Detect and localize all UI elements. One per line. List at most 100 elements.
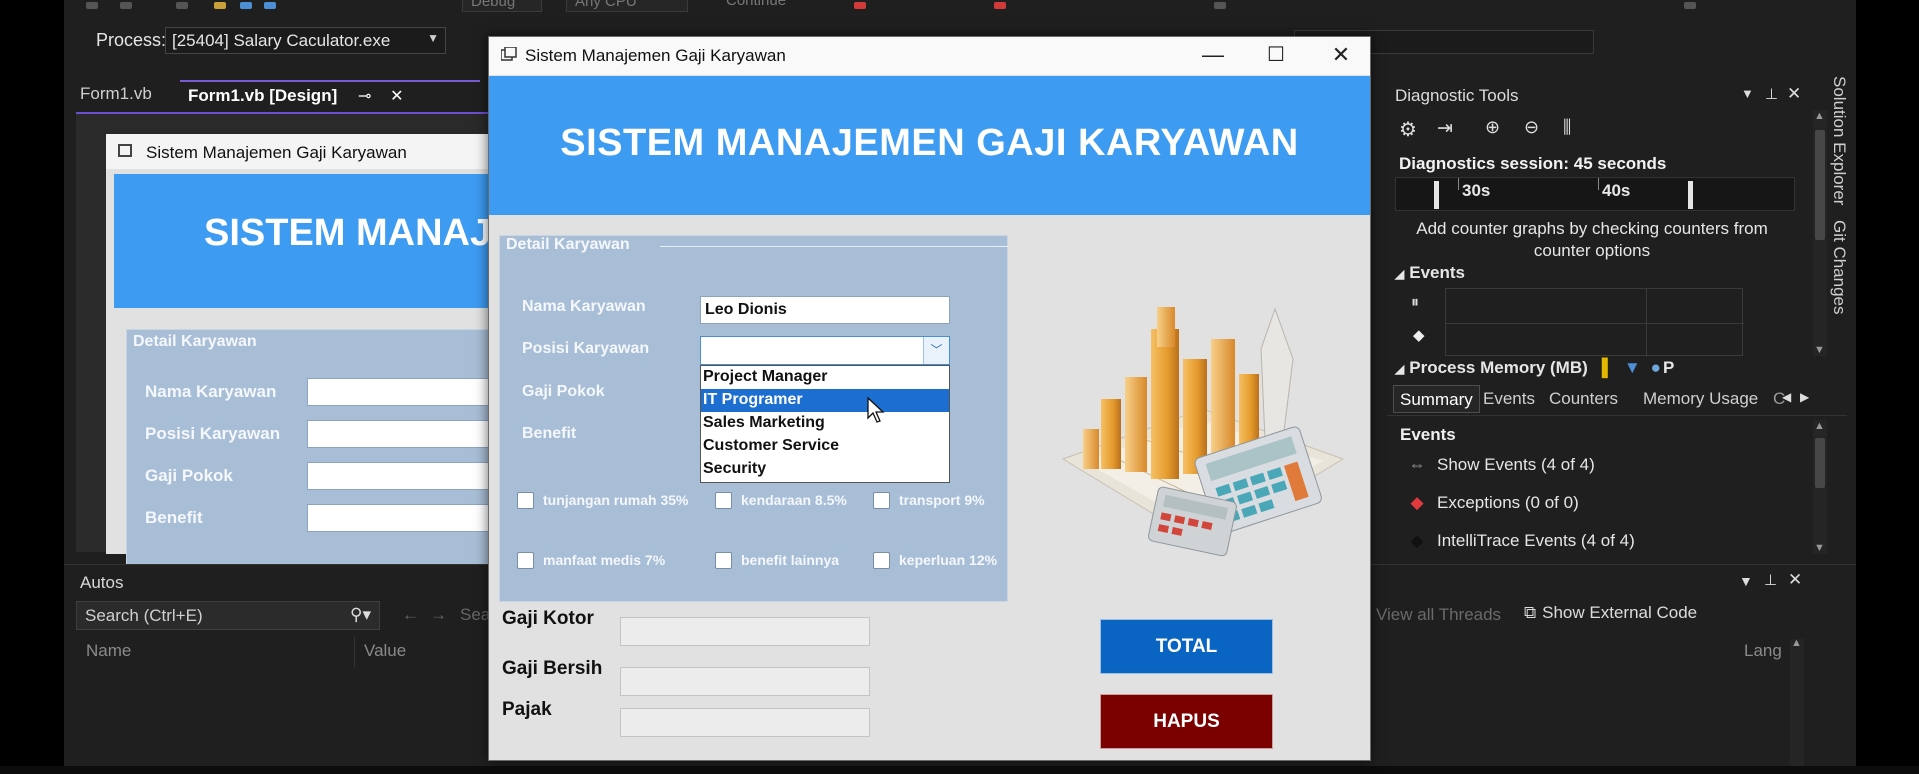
nama-karyawan-value: Leo Dionis <box>705 301 787 318</box>
window-menu-icon[interactable]: ▼ <box>1739 573 1753 589</box>
tab-summary[interactable]: Summary <box>1393 385 1480 413</box>
close-icon[interactable]: ✕ <box>1787 84 1801 104</box>
show-external-code-label: Show External Code <box>1542 603 1698 622</box>
column-divider[interactable] <box>354 637 355 667</box>
pause-icon[interactable]: ⏸ <box>1411 294 1419 312</box>
hapus-button[interactable]: HAPUS <box>1100 694 1273 749</box>
checkbox-transport[interactable] <box>873 492 890 509</box>
back-icon[interactable] <box>86 2 98 9</box>
new-item-icon[interactable] <box>176 2 188 9</box>
zoom-out-icon[interactable]: ⊖ <box>1524 117 1539 138</box>
group-border <box>660 246 1008 247</box>
show-external-code-button[interactable]: ⧉ Show External Code <box>1524 603 1697 623</box>
checkbox-manfaat-medis[interactable] <box>517 552 534 569</box>
continue-button[interactable]: Continue <box>718 0 828 12</box>
checkbox-kendaraan[interactable] <box>715 492 732 509</box>
timeline-end-handle[interactable] <box>1688 181 1693 209</box>
dropdown-option[interactable]: Security <box>701 458 949 481</box>
show-events-link[interactable]: ⇔ Show Events (4 of 4) <box>1407 455 1595 475</box>
open-folder-icon[interactable] <box>214 2 226 9</box>
exceptions-link[interactable]: ◆ Exceptions (0 of 0) <box>1407 493 1578 513</box>
nama-karyawan-input[interactable]: Leo Dionis <box>700 296 950 324</box>
events-section-header[interactable]: ◢ Events <box>1395 263 1465 283</box>
timeline-start-handle[interactable] <box>1434 181 1439 209</box>
total-button[interactable]: TOTAL <box>1100 619 1273 674</box>
gaji-kotor-output[interactable] <box>620 617 870 646</box>
scroll-up-icon[interactable]: ▲ <box>1791 637 1802 649</box>
app-titlebar[interactable]: Sistem Manajemen Gaji Karyawan — ☐ ✕ <box>489 37 1370 75</box>
break-icon[interactable] <box>994 2 1006 9</box>
tab-form1-design[interactable]: Form1.vb [Design] ⊸ ✕ <box>180 80 480 110</box>
minimize-ide-icon[interactable] <box>1684 2 1696 9</box>
close-icon[interactable]: ✕ <box>1313 39 1369 71</box>
column-name[interactable]: Name <box>86 641 131 661</box>
git-changes-tab[interactable]: Git Changes <box>1829 220 1849 315</box>
gear-icon[interactable]: ⚙ <box>1399 117 1417 142</box>
tab-memory-usage[interactable]: Memory Usage <box>1637 385 1764 413</box>
posisi-karyawan-combobox[interactable]: ﹀ <box>700 336 950 365</box>
process-memory-header[interactable]: ◢ Process Memory (MB) ▌ ▼ ● P <box>1395 358 1674 378</box>
solution-explorer-tab[interactable]: Solution Explorer <box>1829 76 1849 205</box>
label-gaji-pokok: Gaji Pokok <box>522 383 605 400</box>
save-icon[interactable] <box>240 2 252 9</box>
tab-scroll-right-icon[interactable]: ▶ <box>1800 390 1809 404</box>
scroll-up-icon[interactable]: ▲ <box>1814 420 1825 432</box>
tab-counters[interactable]: Counters <box>1543 385 1624 413</box>
mouse-cursor-icon <box>867 397 885 423</box>
scroll-thumb[interactable] <box>1815 438 1825 488</box>
designer-label-benefit: Benefit <box>145 508 203 527</box>
scroll-down-icon[interactable]: ▼ <box>1814 344 1825 356</box>
search-icon[interactable]: ⚲▾ <box>350 605 371 625</box>
config-dropdown[interactable]: Debug <box>462 0 542 12</box>
checkbox-benefit-lainnya[interactable] <box>715 552 732 569</box>
dropdown-option[interactable]: Project Manager <box>701 366 949 389</box>
minimize-icon[interactable]: — <box>1185 39 1241 71</box>
pajak-output[interactable] <box>620 708 870 737</box>
dropdown-option-highlighted[interactable]: IT Programer <box>701 389 949 412</box>
export-icon[interactable]: ⇥ <box>1437 117 1453 140</box>
dropdown-option[interactable]: Sales Marketing <box>701 412 949 435</box>
scroll-down-icon[interactable]: ▼ <box>1814 542 1825 554</box>
tab-label: Form1.vb [Design] <box>188 86 338 105</box>
checkbox-tunjangan-rumah[interactable] <box>517 492 534 509</box>
gaji-bersih-output[interactable] <box>620 667 870 696</box>
diagnostics-timeline[interactable]: 30s 40s <box>1395 177 1795 211</box>
checkbox-keperluan[interactable] <box>873 552 890 569</box>
save-all-icon[interactable] <box>264 2 276 9</box>
zoom-in-icon[interactable]: ⊕ <box>1485 117 1500 138</box>
arrow-back-icon[interactable]: ← <box>402 605 419 625</box>
process-dropdown[interactable]: [25404] Salary Caculator.exe ▼ <box>165 27 446 54</box>
form-icon <box>118 144 132 157</box>
chart-settings-icon[interactable]: ⫼ <box>1563 117 1571 138</box>
close-icon[interactable]: ✕ <box>1788 570 1802 590</box>
maximize-icon[interactable]: ☐ <box>1248 39 1304 71</box>
panel-menu-icon[interactable]: ▼ <box>1741 86 1754 101</box>
tab-form1-vb[interactable]: Form1.vb <box>72 80 160 110</box>
close-icon[interactable]: ✕ <box>390 88 403 105</box>
column-lang[interactable]: Lang <box>1744 641 1782 661</box>
intellitrace-link[interactable]: ◆ IntelliTrace Events (4 of 4) <box>1407 531 1634 551</box>
column-value[interactable]: Value <box>364 641 406 661</box>
tab-events[interactable]: Events <box>1477 385 1541 413</box>
view-all-threads-link[interactable]: View all Threads <box>1376 605 1501 625</box>
scroll-thumb[interactable] <box>1815 130 1825 240</box>
timeline-scrollbar[interactable]: ▲ ▼ <box>1813 110 1827 356</box>
chevron-down-icon[interactable]: ﹀ <box>923 337 949 364</box>
tab-scroll-left-icon[interactable]: ◀ <box>1782 390 1791 404</box>
app-icon <box>501 47 517 61</box>
summary-scrollbar[interactable]: ▲ ▼ <box>1813 420 1827 554</box>
stop-icon[interactable] <box>854 2 866 9</box>
pin-icon[interactable]: ⊥ <box>1765 85 1778 103</box>
toolbar-misc-icon[interactable] <box>1214 2 1226 9</box>
autos-search-input[interactable]: Search (Ctrl+E) ⚲▾ <box>76 601 380 630</box>
autos-scrollbar[interactable]: ▲ <box>1790 637 1804 774</box>
forward-icon[interactable] <box>120 2 132 9</box>
designer-form-title: Sistem Manajemen Gaji Karyawan <box>146 143 407 162</box>
designer-form-preview[interactable]: Sistem Manajemen Gaji Karyawan SISTEM MA… <box>106 134 527 569</box>
platform-dropdown[interactable]: Any CPU <box>566 0 688 12</box>
scroll-up-icon[interactable]: ▲ <box>1814 110 1825 122</box>
dropdown-option[interactable]: Customer Service <box>701 435 949 458</box>
arrow-forward-icon[interactable]: → <box>430 605 447 625</box>
pin-icon[interactable]: ⊸ <box>358 88 371 105</box>
pin-icon[interactable]: ⊥ <box>1764 571 1777 589</box>
